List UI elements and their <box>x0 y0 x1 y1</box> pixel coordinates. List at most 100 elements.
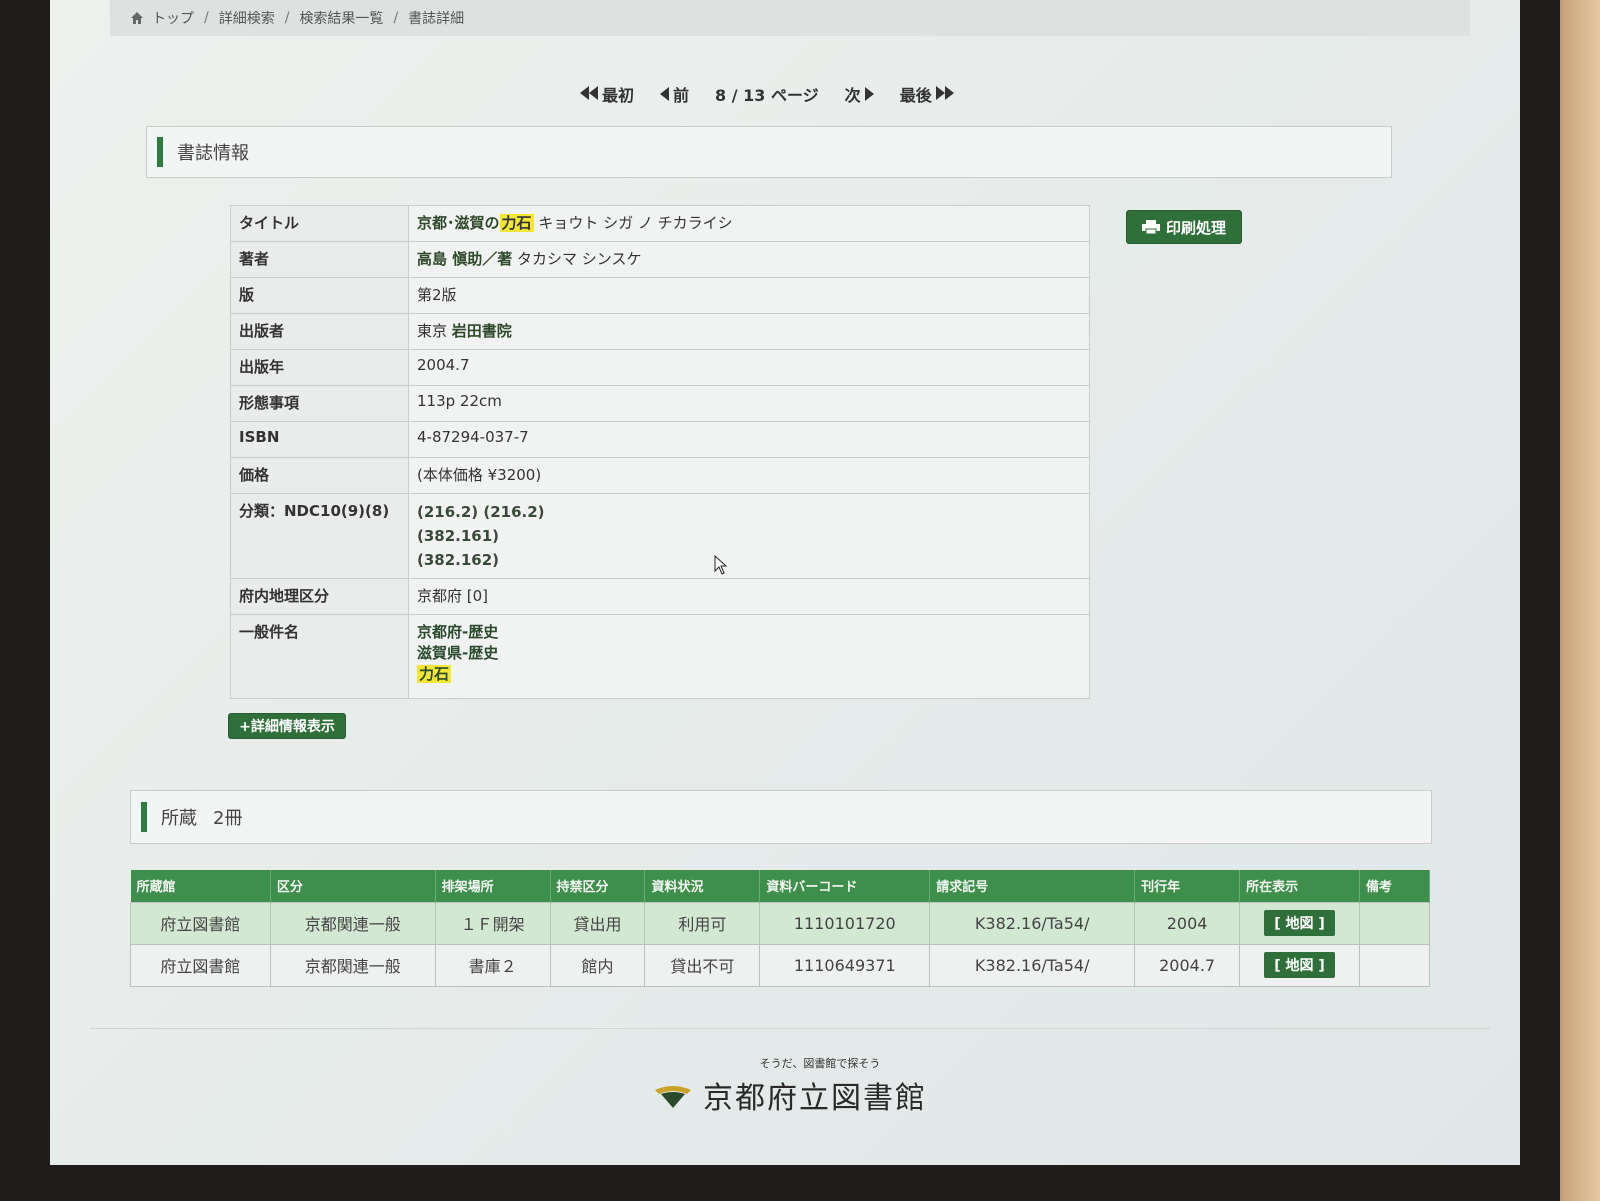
table-cell: 1110649371 <box>759 943 931 987</box>
biblio-row-classification: 分類：NDC10(9)(8) (216.2) (216.2) (382.161)… <box>230 493 1090 579</box>
table-cell: 府立図書館 <box>130 901 271 945</box>
table-cell: 利用可 <box>644 901 761 945</box>
subject-link[interactable]: 滋賀県-歴史 <box>417 642 1081 663</box>
table-cell: 2004 <box>1134 901 1241 945</box>
biblio-row-physical: 形態事項 113p 22cm <box>230 385 1090 422</box>
biblio-row-region: 府内地理区分 京都府 [0] <box>230 578 1090 615</box>
title-value: 京都･滋賀の 力石 キョウト シガ ノ チカライシ <box>408 205 1090 242</box>
pager-first-label: 最初 <box>602 86 635 105</box>
region-value: 京都府 [0] <box>408 578 1090 615</box>
publisher-label: 出版者 <box>230 313 409 350</box>
table-cell: 京都関連一般 <box>269 901 436 945</box>
table-cell <box>1358 943 1431 987</box>
pager-status: 8 / 13 ページ <box>715 86 819 105</box>
holdings-section-header: 所蔵 2冊 <box>130 790 1432 844</box>
column-header: 所蔵館 <box>130 870 271 902</box>
double-left-arrow-icon <box>580 85 598 104</box>
biblio-row-title: タイトル 京都･滋賀の 力石 キョウト シガ ノ チカライシ <box>230 205 1090 242</box>
holdings-table: 所蔵館 区分 排架場所 持禁区分 資料状況 資料バーコード 請求記号 刊行年 所… <box>130 870 1431 987</box>
author-kana: タカシマ シンスケ <box>517 250 642 268</box>
holdings-header-row: 所蔵館 区分 排架場所 持禁区分 資料状況 資料バーコード 請求記号 刊行年 所… <box>130 870 1431 902</box>
table-cell: 貸出不可 <box>644 943 761 987</box>
column-header: 資料状況 <box>644 870 761 902</box>
table-cell: K382.16/Ta54/ <box>929 943 1136 987</box>
classification-link[interactable]: (216.2) (216.2) <box>417 500 1081 524</box>
footer-logo[interactable]: 京都府立図書館 <box>620 1073 960 1117</box>
breadcrumb-advanced-search[interactable]: 詳細検索 <box>219 8 275 28</box>
title-kana: キョウト シガ ノ チカライシ <box>538 214 733 232</box>
breadcrumb-separator: / <box>204 10 209 26</box>
subject-link[interactable]: 力石 <box>417 663 1081 684</box>
classification-label: 分類：NDC10(9)(8) <box>230 493 409 579</box>
pager-next-label: 次 <box>844 86 861 105</box>
pager-prev-button[interactable]: 前 <box>660 82 689 106</box>
table-cell: [ 地図 ] <box>1239 901 1360 945</box>
physical-value: 113p 22cm <box>408 385 1090 422</box>
home-icon[interactable] <box>130 11 144 25</box>
footer: そうだ、図書館で探そう 京都府立図書館 <box>620 1055 960 1117</box>
column-header: 請求記号 <box>929 870 1136 902</box>
biblio-row-publisher: 出版者 東京 岩田書院 <box>230 313 1090 350</box>
subject-link[interactable]: 京都府-歴史 <box>417 621 1081 642</box>
breadcrumb-top[interactable]: トップ <box>152 8 194 28</box>
biblio-row-isbn: ISBN 4-87294-037-7 <box>230 421 1090 458</box>
print-button[interactable]: 印刷処理 <box>1126 210 1242 244</box>
table-cell: 府立図書館 <box>130 943 271 987</box>
price-label: 価格 <box>230 457 409 494</box>
title-highlight: 力石 <box>499 214 534 232</box>
mouse-cursor-icon <box>714 555 728 575</box>
column-header: 備考 <box>1359 870 1431 902</box>
biblio-table: タイトル 京都･滋賀の 力石 キョウト シガ ノ チカライシ 著者 高島 愼助／著… <box>230 205 1090 699</box>
biblio-section-title: 書誌情報 <box>177 143 249 164</box>
pager-prev-label: 前 <box>673 86 690 105</box>
map-button[interactable]: [ 地図 ] <box>1264 952 1335 978</box>
table-cell: 2004.7 <box>1134 943 1241 987</box>
breadcrumb: トップ / 詳細検索 / 検索結果一覧 / 書誌詳細 <box>110 0 1470 36</box>
edition-value: 第2版 <box>408 277 1090 314</box>
breadcrumb-separator: / <box>284 10 290 26</box>
breadcrumb-separator: / <box>393 10 399 26</box>
table-cell: １Ｆ開架 <box>434 901 551 945</box>
publisher-value: 東京 岩田書院 <box>408 313 1090 350</box>
pager-next-button[interactable]: 次 <box>845 82 874 106</box>
column-header: 所在表示 <box>1239 870 1360 902</box>
table-row: 府立図書館 京都関連一般 書庫２ 館内 貸出不可 1110649371 K382… <box>130 943 1431 987</box>
year-value: 2004.7 <box>408 349 1090 386</box>
subject-highlight: 力石 <box>417 665 452 683</box>
table-cell: 京都関連一般 <box>269 943 436 987</box>
author-label: 著者 <box>230 241 409 278</box>
map-button[interactable]: [ 地図 ] <box>1264 910 1335 936</box>
footer-tagline: そうだ、図書館で探そう <box>759 1057 881 1070</box>
region-label: 府内地理区分 <box>230 578 409 615</box>
biblio-row-subjects: 一般件名 京都府-歴史 滋賀県-歴史 力石 <box>230 614 1090 699</box>
column-header: 資料バーコード <box>759 870 931 902</box>
column-header: 持禁区分 <box>550 870 646 902</box>
left-arrow-icon <box>660 87 670 101</box>
pager-last-button[interactable]: 最後 <box>900 82 954 106</box>
subjects-value: 京都府-歴史 滋賀県-歴史 力石 <box>408 614 1090 699</box>
edition-label: 版 <box>230 277 409 314</box>
classification-link[interactable]: (382.161) <box>417 524 1081 548</box>
browser-screen: トップ / 詳細検索 / 検索結果一覧 / 書誌詳細 最初 前 8 / 13 ペ… <box>50 0 1520 1165</box>
pager-first-button[interactable]: 最初 <box>580 82 634 106</box>
author-link[interactable]: 高島 愼助／著 <box>417 250 512 268</box>
title-text: 京都･滋賀の <box>417 214 500 232</box>
column-header: 刊行年 <box>1134 870 1241 902</box>
year-label: 出版年 <box>230 349 409 386</box>
table-cell: [ 地図 ] <box>1239 943 1360 987</box>
biblio-row-price: 価格 (本体価格 ¥3200) <box>230 457 1090 494</box>
isbn-value: 4-87294-037-7 <box>408 421 1090 458</box>
holdings-section-title: 所蔵 <box>161 808 197 829</box>
right-arrow-icon <box>864 87 874 101</box>
column-header: 排架場所 <box>435 870 551 902</box>
breadcrumb-results[interactable]: 検索結果一覧 <box>299 8 383 28</box>
pager-last-label: 最後 <box>899 86 932 105</box>
publisher-link[interactable]: 岩田書院 <box>452 322 512 340</box>
table-cell: 1110101720 <box>759 901 931 945</box>
double-right-arrow-icon <box>935 85 954 104</box>
biblio-row-year: 出版年 2004.7 <box>230 349 1090 386</box>
classification-link[interactable]: (382.162) <box>417 548 1081 572</box>
biblio-row-edition: 版 第2版 <box>230 277 1090 314</box>
library-logo-icon <box>655 1086 691 1108</box>
show-details-button[interactable]: +詳細情報表示 <box>228 713 346 739</box>
